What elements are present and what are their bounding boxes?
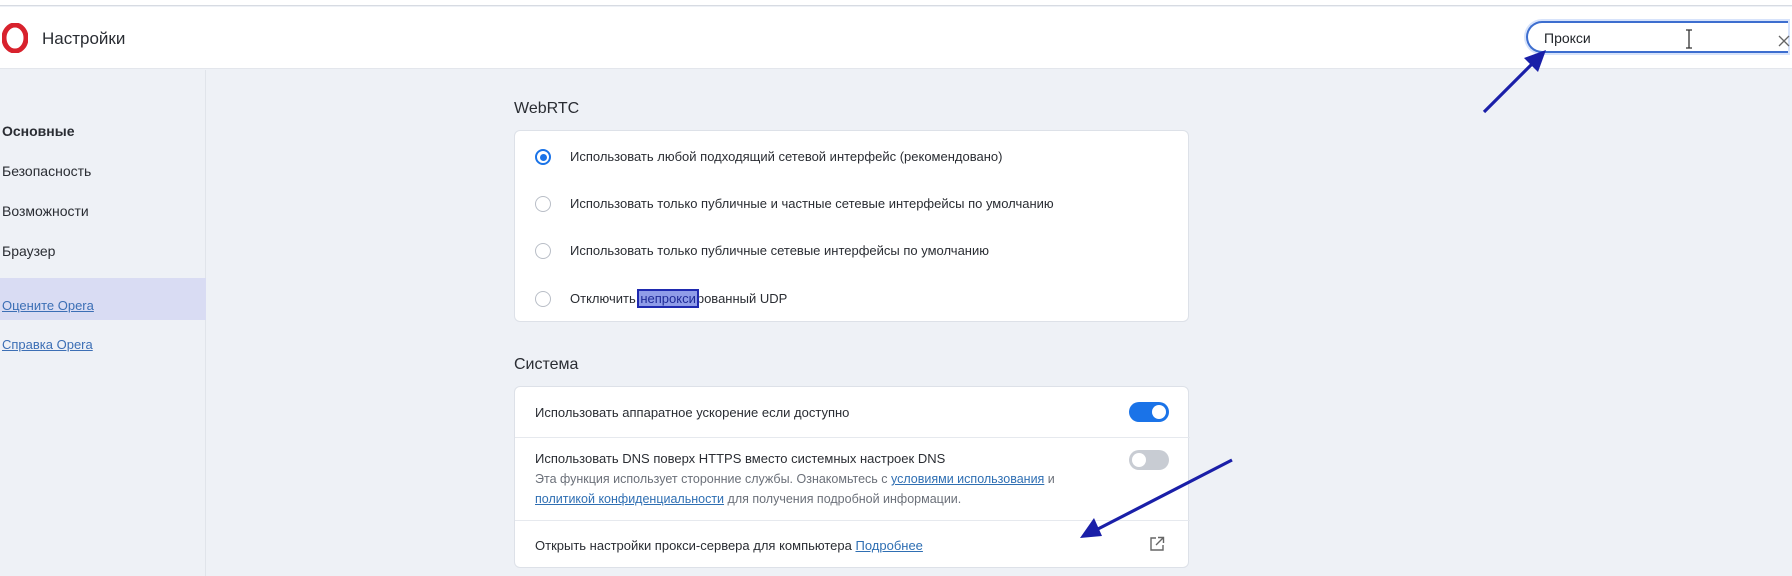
hardware-accel-toggle[interactable]	[1129, 402, 1169, 422]
terms-of-use-link[interactable]: условиями использования	[891, 472, 1044, 486]
sidebar-item-security[interactable]: Безопасность	[2, 163, 91, 179]
radio-button[interactable]	[535, 196, 551, 212]
radio-label: Использовать любой подходящий сетевой ин…	[570, 149, 1003, 164]
hardware-accel-label: Использовать аппаратное ускорение если д…	[535, 405, 850, 420]
opera-logo	[2, 23, 28, 53]
proxy-settings-label: Открыть настройки прокси-сервера для ком…	[535, 538, 923, 553]
window-top-border	[0, 0, 1792, 6]
radio-label: Использовать только публичные сетевые ин…	[570, 243, 989, 258]
radio-button[interactable]	[535, 291, 551, 307]
webrtc-card: Использовать любой подходящий сетевой ин…	[514, 130, 1189, 322]
opera-help-link[interactable]: Справка Opera	[2, 337, 93, 352]
privacy-policy-link[interactable]: политикой конфиденциальности	[535, 492, 724, 506]
radio-button[interactable]	[535, 243, 551, 259]
radio-button[interactable]	[535, 149, 551, 165]
dns-https-toggle[interactable]	[1129, 450, 1169, 470]
system-card: Использовать аппаратное ускорение если д…	[514, 386, 1190, 568]
search-match-highlight: непрокси	[637, 289, 699, 308]
close-icon[interactable]	[1778, 35, 1790, 47]
dns-https-label: Использовать DNS поверх HTTPS вместо сис…	[535, 451, 946, 466]
webrtc-option-disable-udp[interactable]: Отключить непроксированный UDP	[515, 277, 1190, 323]
webrtc-option-public-private[interactable]: Использовать только публичные и частные …	[515, 182, 1190, 228]
divider	[515, 520, 1190, 521]
search-input[interactable]	[1544, 28, 1744, 48]
dns-description-line2: политикой конфиденциальности для получен…	[535, 492, 961, 506]
settings-header: Настройки	[0, 7, 1792, 69]
label-part: Отключить	[570, 291, 640, 306]
external-link-icon[interactable]	[1149, 536, 1165, 552]
dns-description-line1: Эта функция использует сторонние службы.…	[535, 472, 1055, 486]
radio-label: Отключить непроксированный UDP	[570, 289, 788, 308]
rate-opera-link[interactable]: Оцените Opera	[2, 298, 94, 313]
desc-text: для получения подробной информации.	[724, 492, 962, 506]
toggle-knob	[1132, 453, 1146, 467]
learn-more-link[interactable]: Подробнее	[855, 538, 922, 553]
desc-text: и	[1044, 472, 1055, 486]
settings-search-box[interactable]	[1526, 21, 1788, 53]
divider	[515, 437, 1190, 438]
webrtc-option-public-only[interactable]: Использовать только публичные сетевые ин…	[515, 229, 1190, 275]
proxy-settings-text: Открыть настройки прокси-сервера для ком…	[535, 538, 852, 553]
desc-text: Эта функция использует сторонние службы.…	[535, 472, 891, 486]
sidebar-item-features[interactable]: Возможности	[2, 203, 89, 219]
label-part: рованный UDP	[696, 291, 788, 306]
system-section-title: Система	[514, 356, 579, 373]
text-cursor-icon	[1686, 29, 1692, 49]
toggle-knob	[1152, 405, 1166, 419]
webrtc-option-any[interactable]: Использовать любой подходящий сетевой ин…	[515, 135, 1190, 181]
sidebar-item-browser[interactable]: Браузер	[2, 243, 55, 259]
settings-sidebar: Основные Безопасность Возможности Браузе…	[0, 70, 206, 576]
radio-label: Использовать только публичные и частные …	[570, 196, 1054, 211]
sidebar-item-basic[interactable]: Основные	[2, 123, 75, 139]
page-title: Настройки	[42, 29, 126, 48]
webrtc-section-title: WebRTC	[514, 100, 580, 117]
